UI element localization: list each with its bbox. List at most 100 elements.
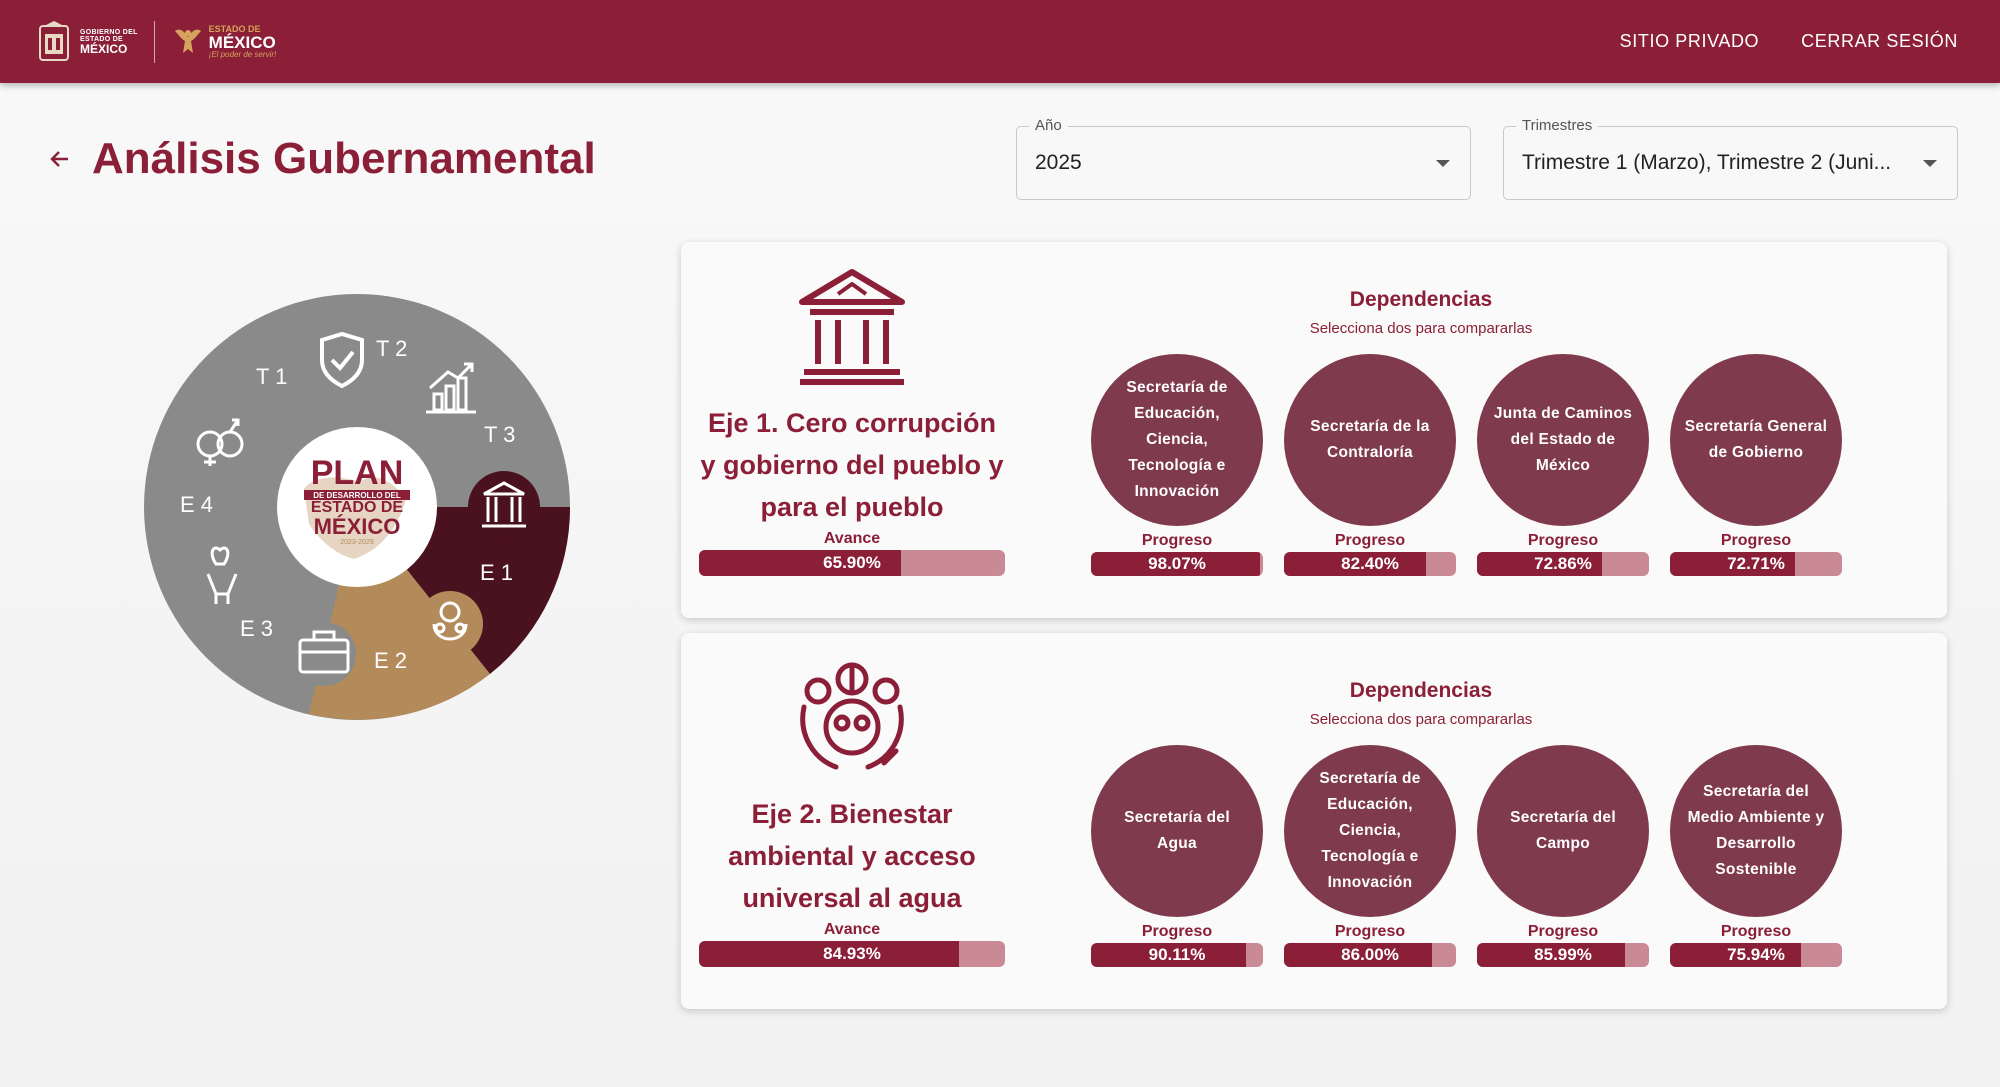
dependencia-name: Secretaría del Campo [1510,809,1616,852]
progreso-percent: 82.40% [1341,554,1399,573]
progreso-label: Progreso [1527,532,1599,549]
year-select-label: Año [1029,117,1068,134]
dependencias-list: Secretaría de Educación, Ciencia, Tecnol… [1091,354,1842,576]
wheel-label-e1: E 1 [480,560,513,585]
wheel-e2-bubble [417,591,483,657]
avance-progress-bar: 65.90% [699,550,1005,576]
top-app-bar: GOBIERNO DEL ESTADO DE MÉXICO ESTADO DE … [0,0,2000,83]
dependencia-circle[interactable]: Secretaría del Agua [1091,745,1263,917]
progreso-percent: 86.00% [1341,945,1399,964]
progreso-label: Progreso [1334,532,1406,549]
logout-link[interactable]: CERRAR SESIÓN [1801,31,1958,52]
dependencia-item[interactable]: Junta de Caminos del Estado de México Pr… [1477,354,1649,576]
plan-wheel[interactable]: PLAN DE DESARROLLO DEL ESTADO DE MÉXICO … [144,294,570,720]
dependencia-name: Secretaría de Educación, Ciencia, Tecnol… [1319,770,1421,891]
chevron-down-icon [1436,160,1450,167]
wheel-center-years: 2023-2029 [340,539,374,546]
progreso-label: Progreso [1720,532,1792,549]
progreso-bar: 98.07% [1091,552,1263,576]
dependencias-title: Dependencias [1349,288,1493,311]
dependencia-item[interactable]: Secretaría de Educación, Ciencia, Tecnol… [1091,354,1263,576]
wheel-center-plan: PLAN [311,454,404,492]
wheel-label-e3: E 3 [240,616,273,641]
back-arrow-icon[interactable] [48,147,72,171]
year-select-value: 2025 [1035,151,1082,174]
eje-summary: Eje 2. Bienestar ambiental y acceso univ… [699,655,1005,967]
dependencia-item[interactable]: Secretaría del Medio Ambiente y Desarrol… [1670,745,1842,967]
dependencia-name: Secretaría General de Gobierno [1684,418,1828,461]
dependencias-subtitle: Selecciona dos para compararlas [1309,711,1533,728]
dependencia-name: Secretaría del Agua [1124,809,1230,852]
dependencia-circle[interactable]: Secretaría de la Contraloría [1284,354,1456,526]
eje-title: Eje 2. Bienestar ambiental y acceso univ… [728,799,976,913]
dependencias-title: Dependencias [1349,679,1493,702]
progreso-bar: 72.86% [1477,552,1649,576]
dependencia-item[interactable]: Secretaría del Agua Progreso 90.11% [1091,745,1263,967]
progreso-bar: 82.40% [1284,552,1456,576]
dependencia-item[interactable]: Secretaría del Campo Progreso 85.99% [1477,745,1649,967]
progreso-percent: 72.71% [1727,554,1785,573]
dependencia-circle[interactable]: Junta de Caminos del Estado de México [1477,354,1649,526]
quarters-select-value: Trimestre 1 (Marzo), Trimestre 2 (Juni..… [1522,151,1892,174]
logo-edomex-tagline: ¡El poder de servir! [208,49,277,59]
dependencias-header: Dependencias Selecciona dos para compara… [1101,288,1741,337]
gobierno-logo[interactable]: GOBIERNO DEL ESTADO DE MÉXICO [36,20,138,64]
logo-edomex-main: MÉXICO [208,32,276,52]
avance-percent: 65.90% [823,553,881,572]
year-select[interactable]: Año 2025 [1016,117,1471,200]
dependencia-item[interactable]: Secretaría de la Contraloría Progreso 82… [1284,354,1456,576]
progreso-bar: 86.00% [1284,943,1456,967]
progreso-percent: 98.07% [1148,554,1206,573]
wheel-label-e4: E 4 [180,492,213,517]
government-building-icon [799,269,905,385]
quarters-select-label: Trimestres [1516,117,1599,134]
title-row: Análisis Gubernamental [48,134,596,184]
dependencia-item[interactable]: Secretaría de Educación, Ciencia, Tecnol… [1284,745,1456,967]
eje-card-1: Eje 1. Cero corrupción y gobierno del pu… [681,242,1947,618]
dependencia-circle[interactable]: Secretaría del Medio Ambiente y Desarrol… [1670,745,1842,917]
wheel-label-t1: T 1 [256,364,287,389]
dependencia-circle[interactable]: Secretaría de Educación, Ciencia, Tecnol… [1284,745,1456,917]
dependencia-circle[interactable]: Secretaría de Educación, Ciencia, Tecnol… [1091,354,1263,526]
dependencia-circle[interactable]: Secretaría del Campo [1477,745,1649,917]
logo-gob-line1: GOBIERNO DEL [80,28,138,36]
progreso-label: Progreso [1334,923,1406,940]
progreso-label: Progreso [1141,923,1213,940]
eje-title: Eje 1. Cero corrupción y gobierno del pu… [700,408,1004,522]
avance-label: Avance [823,921,881,938]
dependencia-circle[interactable]: Secretaría General de Gobierno [1670,354,1842,526]
eagle-icon [174,29,201,53]
progreso-bar: 75.94% [1670,943,1842,967]
progreso-percent: 90.11% [1148,945,1206,964]
state-seal-icon [39,20,69,61]
avance-percent: 84.93% [823,944,881,963]
wheel-label-e2: E 2 [374,648,407,673]
eje-summary: Eje 1. Cero corrupción y gobierno del pu… [699,264,1005,576]
dependencia-name: Secretaría del Medio Ambiente y Desarrol… [1687,783,1825,878]
progreso-bar: 72.71% [1670,552,1842,576]
progreso-label: Progreso [1720,923,1792,940]
wheel-label-t3: T 3 [484,422,515,447]
progreso-bar: 85.99% [1477,943,1649,967]
quarters-select[interactable]: Trimestres Trimestre 1 (Marzo), Trimestr… [1503,117,1958,200]
dependencia-name: Secretaría de la Contraloría [1310,418,1430,461]
dependencia-name: Junta de Caminos del Estado de México [1493,405,1633,474]
logos: GOBIERNO DEL ESTADO DE MÉXICO ESTADO DE … [36,20,276,64]
environment-hands-icon [800,662,904,770]
dependencias-header: Dependencias Selecciona dos para compara… [1101,679,1741,728]
dependencia-name: Secretaría de Educación, Ciencia, Tecnol… [1126,379,1228,500]
wheel-center-line4: MÉXICO [314,514,401,539]
dependencias-list: Secretaría del Agua Progreso 90.11% Secr… [1091,745,1842,967]
eje-card-2: Eje 2. Bienestar ambiental y acceso univ… [681,633,1947,1009]
progreso-label: Progreso [1141,532,1213,549]
progreso-bar: 90.11% [1091,943,1263,967]
progreso-percent: 72.86% [1534,554,1592,573]
private-site-link[interactable]: SITIO PRIVADO [1620,31,1760,52]
avance-label: Avance [823,530,881,547]
dependencia-item[interactable]: Secretaría General de Gobierno Progreso … [1670,354,1842,576]
logo-gob-line3: MÉXICO [80,41,128,56]
logo-divider [153,20,155,63]
edomex-logo[interactable]: ESTADO DE MÉXICO ¡El poder de servir! [171,23,277,61]
avance-progress-bar: 84.93% [699,941,1005,967]
header-nav: SITIO PRIVADO CERRAR SESIÓN [1620,31,1958,52]
